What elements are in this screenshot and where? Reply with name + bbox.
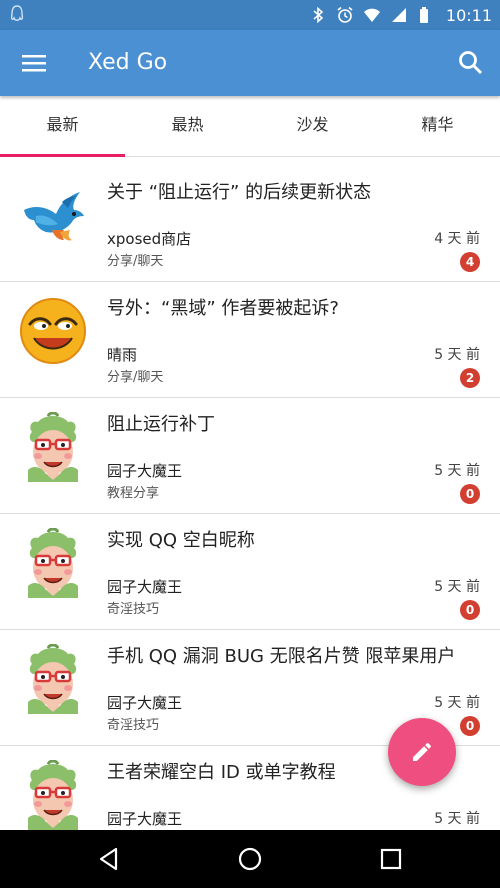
post-time: 4 天 前 [434,231,480,247]
reply-count-badge: 0 [460,484,480,504]
post-author: xposed商店 [107,230,192,248]
post-title: 手机 QQ 漏洞 BUG 无限名片赞 限苹果用户 [107,646,456,667]
smiley-face-avatar[interactable] [18,296,88,366]
post-title: 实现 QQ 空白昵称 [107,530,255,551]
tab-featured[interactable]: 精华 [375,96,500,156]
app-bar: Xed Go [0,30,500,96]
post-time: 5 天 前 [434,811,480,827]
post-author: 晴雨 [107,346,138,364]
app-title: Xed Go [88,50,168,75]
status-icons: 10:11 [309,0,492,30]
post-category: 奇淫技巧 [107,718,160,733]
recents-icon[interactable] [378,846,404,872]
search-icon[interactable] [456,48,486,78]
status-bar: 10:11 [0,0,500,30]
list-item[interactable]: 号外：“黑域” 作者要被起诉? 晴雨 分享/聊天 5 天 前 2 [0,282,500,398]
home-icon[interactable] [237,846,263,872]
post-category: 教程分享 [107,486,160,501]
wifi-icon [363,8,380,22]
post-title: 王者荣耀空白 ID 或单字教程 [107,762,336,783]
post-time: 5 天 前 [434,695,480,711]
post-category: 奇淫技巧 [107,602,160,617]
battery-icon [419,7,428,23]
post-author: 园子大魔王 [107,810,183,828]
post-author: 园子大魔王 [107,578,183,596]
reply-count-badge: 2 [460,368,480,388]
post-time: 5 天 前 [434,579,480,595]
alarm-icon [337,6,353,23]
list-item[interactable]: 关于 “阻止运行” 的后续更新状态 xposed商店 分享/聊天 4 天 前 4 [0,166,500,282]
clock: 10:11 [445,5,492,25]
cartoon-character-avatar[interactable] [18,760,88,830]
qq-notification-icon [10,5,24,21]
post-title: 阻止运行补丁 [107,414,215,435]
system-nav-bar [0,830,500,888]
cartoon-character-avatar[interactable] [18,644,88,714]
post-title: 号外：“黑域” 作者要被起诉? [107,298,339,319]
tab-latest[interactable]: 最新 [0,96,125,157]
post-category: 分享/聊天 [107,370,164,385]
post-category: 分享/聊天 [107,254,164,269]
reply-count-badge: 0 [460,716,480,736]
menu-icon[interactable] [18,48,50,78]
post-author: 园子大魔王 [107,694,183,712]
reply-count-badge: 4 [460,252,480,272]
post-time: 5 天 前 [434,463,480,479]
compose-fab-button[interactable] [388,718,456,786]
signal-icon [391,8,406,22]
post-author: 园子大魔王 [107,462,183,480]
tab-bar: 最新 最热 沙发 精华 [0,96,500,157]
tab-hottest[interactable]: 最热 [125,96,250,156]
post-time: 5 天 前 [434,347,480,363]
back-icon[interactable] [96,846,122,872]
cartoon-character-avatar[interactable] [18,528,88,598]
cartoon-character-avatar[interactable] [18,412,88,482]
bird-logo-avatar[interactable] [18,180,88,250]
pencil-icon [413,743,431,761]
post-title: 关于 “阻止运行” 的后续更新状态 [107,182,372,203]
bluetooth-icon [313,6,324,24]
list-item[interactable]: 阻止运行补丁 园子大魔王 教程分享 5 天 前 0 [0,398,500,514]
reply-count-badge: 0 [460,600,480,620]
list-item[interactable]: 实现 QQ 空白昵称 园子大魔王 奇淫技巧 5 天 前 0 [0,514,500,630]
tab-sofa[interactable]: 沙发 [250,96,375,156]
